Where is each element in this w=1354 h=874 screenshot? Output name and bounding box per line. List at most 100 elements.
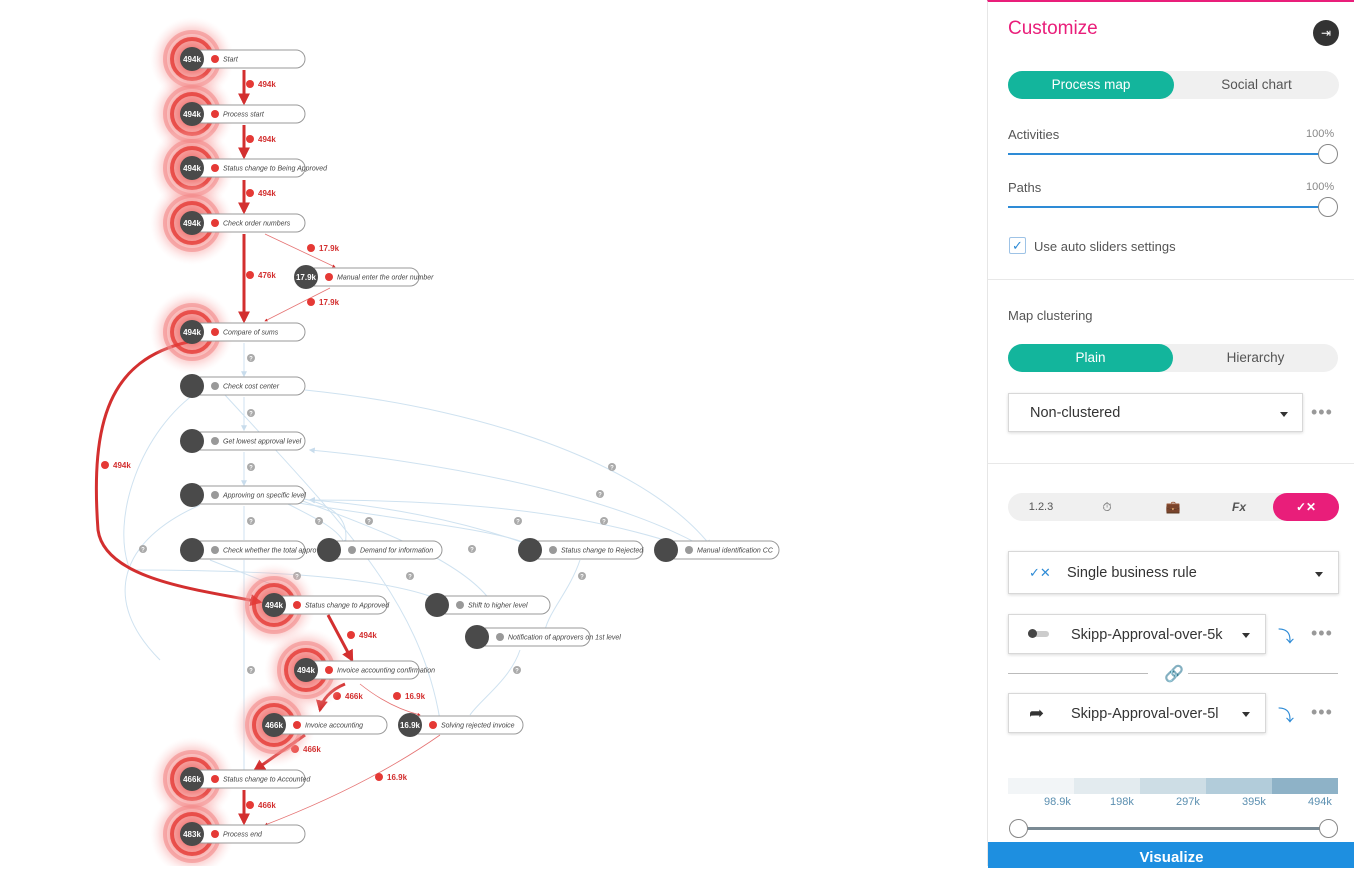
rule-type-value: Single business rule: [1067, 565, 1197, 581]
process-node-check-whether-total[interactable]: Check whether the total approval: [180, 538, 326, 562]
process-node-approving-specific[interactable]: Approving on specific level: [180, 483, 306, 507]
process-node-manual-identification[interactable]: Manual identification CC: [654, 538, 780, 562]
node-badge-value: 494k: [183, 164, 201, 173]
question-icon: ?: [365, 517, 373, 526]
edge-label: 494k: [101, 461, 131, 470]
error-icon: [211, 55, 219, 63]
edge-label: 476k: [246, 271, 276, 280]
hierarchy-tab[interactable]: Hierarchy: [1173, 344, 1338, 372]
process-node-check-cost-center[interactable]: Check cost center: [180, 374, 306, 398]
node-badge: [317, 538, 341, 562]
node-label: Status change to Being Approved: [223, 166, 328, 173]
error-icon: [211, 219, 219, 227]
edge-label: 466k: [246, 801, 276, 810]
link-divider-right: [1188, 673, 1338, 674]
node-badge: [518, 538, 542, 562]
link-divider-left: [1008, 673, 1148, 674]
scale-band: [1074, 778, 1140, 794]
node-label: Manual enter the order number: [337, 275, 434, 282]
node-badge: [180, 374, 204, 398]
node-label: Invoice accounting: [305, 723, 363, 730]
rule-type-select[interactable]: ✓✕ Single business rule: [1008, 551, 1339, 594]
question-icon: ?: [578, 572, 586, 581]
more-options-icon[interactable]: •••: [1311, 623, 1333, 644]
process-map-graph[interactable]: 494k 494k 494k 476k 17.9k 17.9k 494k 494k 466k 16…: [0, 0, 987, 866]
node-label: Process start: [223, 112, 265, 119]
node-badge-value: 494k: [183, 328, 201, 337]
question-mark: ?: [249, 520, 253, 526]
function-icon[interactable]: Fx: [1206, 493, 1272, 521]
node-badge: [180, 429, 204, 453]
visualize-button[interactable]: Visualize: [988, 842, 1354, 868]
node-badge-value: 494k: [183, 55, 201, 64]
more-options-icon[interactable]: •••: [1311, 402, 1333, 423]
node-pill[interactable]: [191, 49, 306, 69]
view-toggle: Process map Social chart: [1008, 71, 1339, 99]
question-mark: ?: [598, 493, 602, 499]
chevron-down-icon: [1315, 572, 1323, 577]
question-mark: ?: [249, 357, 253, 363]
range-slider-max-handle[interactable]: [1319, 819, 1338, 838]
range-slider-track[interactable]: [1018, 827, 1328, 830]
error-icon: [246, 135, 254, 143]
unknown-icon: [211, 546, 219, 554]
merge-icon[interactable]: ⤵: [1278, 623, 1294, 647]
business-rule-icon[interactable]: ✓✕: [1273, 493, 1339, 521]
paths-value: 100%: [1306, 181, 1335, 193]
unknown-icon: [496, 633, 504, 641]
frequency-tab[interactable]: 1.2.3: [1008, 493, 1074, 521]
paths-slider-track[interactable]: [1008, 206, 1328, 208]
timer-icon[interactable]: ⏱: [1074, 493, 1140, 521]
briefcase-icon[interactable]: 💼: [1140, 493, 1206, 521]
node-label: Approving on specific level: [222, 493, 306, 500]
range-slider-min-handle[interactable]: [1009, 819, 1028, 838]
node-label: Status change to Accounted: [223, 777, 311, 784]
activities-slider-handle[interactable]: [1318, 144, 1338, 164]
process-map-tab[interactable]: Process map: [1008, 71, 1174, 99]
scale-band: [1272, 778, 1338, 794]
process-node-solving-rejected[interactable]: 16.9k Solving rejected invoice: [398, 713, 524, 737]
process-node-check-order-numbers[interactable]: 494k Check order numbers: [150, 181, 306, 265]
unknown-icon: [211, 437, 219, 445]
process-node-get-lowest-approval[interactable]: Get lowest approval level: [180, 429, 306, 453]
error-icon: [211, 328, 219, 336]
process-node-notification[interactable]: Notification of approvers on 1st level: [465, 625, 621, 649]
error-icon: [347, 631, 355, 639]
plain-tab[interactable]: Plain: [1008, 344, 1173, 372]
node-label: Process end: [223, 832, 263, 839]
activities-label: Activities: [1008, 127, 1060, 142]
process-node-demand-info[interactable]: Demand for information: [317, 538, 443, 562]
rule-two-select[interactable]: ➦ Skipp-Approval-over-5l: [1008, 693, 1266, 733]
process-node-shift-higher[interactable]: Shift to higher level: [425, 593, 551, 617]
process-map-canvas[interactable]: 494k 494k 494k 476k 17.9k 17.9k 494k 494k 466k 16…: [0, 0, 987, 866]
link-icon[interactable]: 🔗: [1164, 664, 1184, 684]
section-divider: [988, 279, 1354, 280]
error-icon: [375, 773, 383, 781]
error-icon: [211, 164, 219, 172]
section-divider: [988, 463, 1354, 464]
process-node-compare-sums[interactable]: 494k Compare of sums: [150, 290, 306, 374]
clustering-select[interactable]: Non-clustered: [1008, 393, 1303, 432]
pin-icon[interactable]: ⇥: [1313, 20, 1339, 46]
process-node-status-rejected[interactable]: Status change to Rejected: [518, 538, 644, 562]
merge-icon[interactable]: ⤵: [1278, 702, 1294, 726]
activities-slider-track[interactable]: [1008, 153, 1328, 155]
question-icon: ?: [247, 463, 255, 472]
auto-sliders-checkbox[interactable]: ✓: [1009, 237, 1026, 254]
process-node-process-end[interactable]: 483k Process end: [150, 792, 306, 866]
clustering-select-value: Non-clustered: [1030, 405, 1121, 421]
scale-label: 198k: [1110, 796, 1134, 808]
edge-frequency: 466k: [345, 692, 363, 701]
node-label: Compare of sums: [223, 330, 279, 337]
node-badge-value: 16.9k: [400, 721, 421, 730]
question-mark: ?: [515, 669, 519, 675]
social-chart-tab[interactable]: Social chart: [1174, 71, 1339, 99]
auto-sliders-label: Use auto sliders settings: [1034, 239, 1176, 254]
more-options-icon[interactable]: •••: [1311, 702, 1333, 723]
rule-one-select[interactable]: Skipp-Approval-over-5k: [1008, 614, 1266, 654]
customize-panel: Customize ⇥ Process map Social chart Act…: [987, 0, 1354, 868]
paths-slider-handle[interactable]: [1318, 197, 1338, 217]
error-icon: [246, 801, 254, 809]
question-icon: ?: [600, 517, 608, 526]
process-node-manual-enter-order[interactable]: 17.9k Manual enter the order number: [294, 265, 434, 289]
